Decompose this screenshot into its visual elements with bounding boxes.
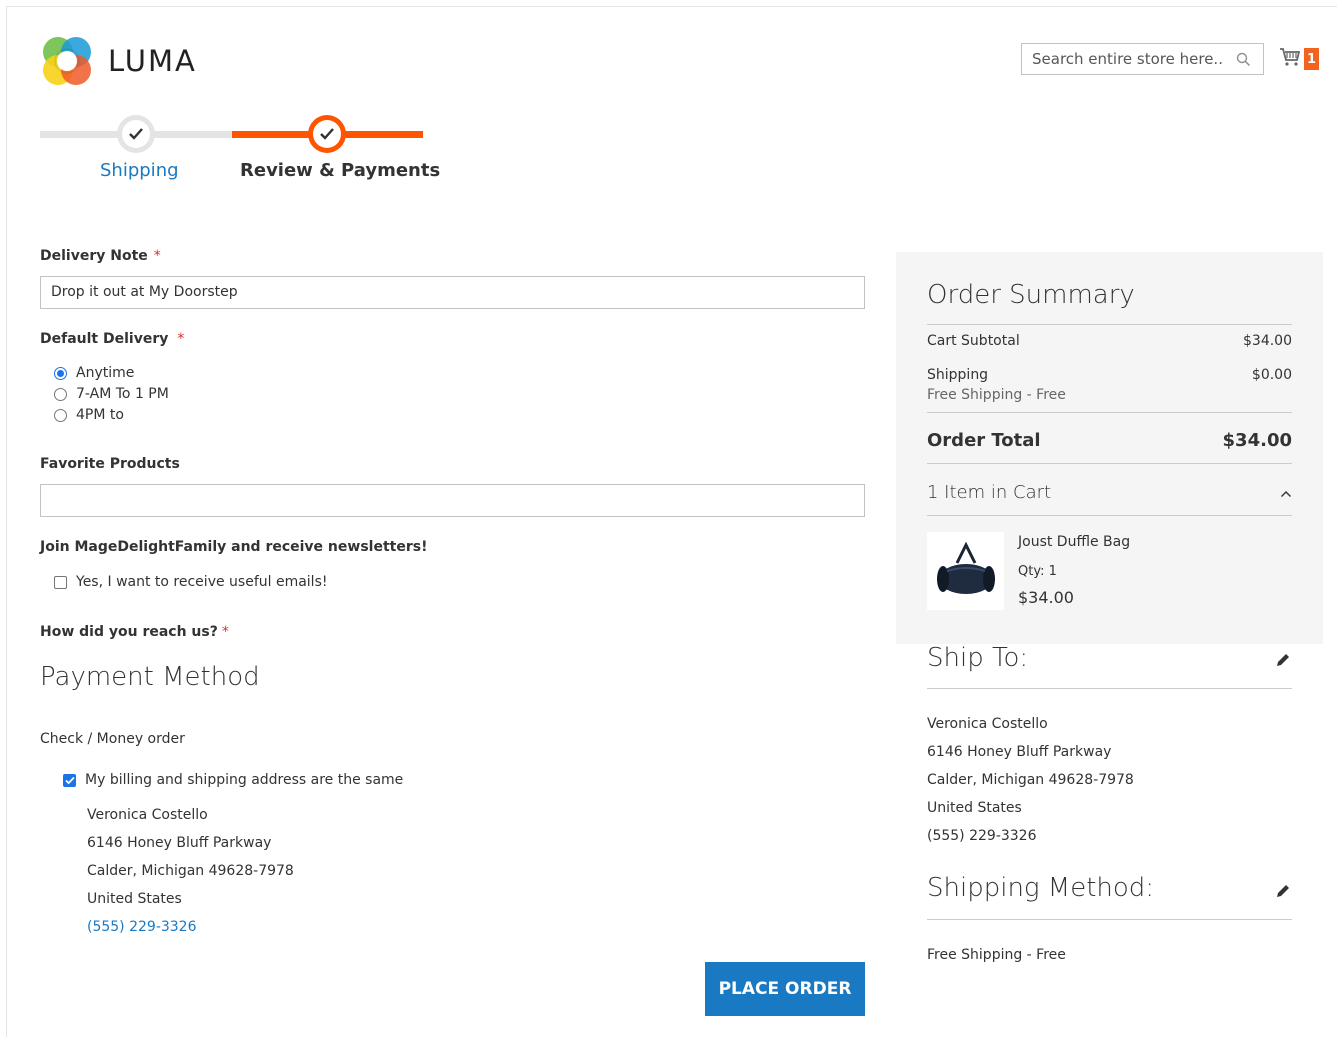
check-icon	[129, 128, 143, 140]
ship-to-name: Veronica Costello	[927, 716, 1048, 732]
newsletter-option[interactable]: Yes, I want to receive useful emails!	[54, 574, 327, 590]
checkmark-icon	[64, 776, 75, 784]
store-logo[interactable]: LUMA	[40, 34, 220, 88]
order-summary-panel: Order Summary Cart Subtotal $34.00 Shipp…	[896, 252, 1323, 644]
step-review-label: Review & Payments	[240, 160, 441, 181]
billing-same-checkbox[interactable]	[63, 773, 76, 787]
check-icon	[320, 128, 334, 140]
place-order-button[interactable]: PLACE ORDER	[705, 962, 865, 1016]
radio-label: 7-AM To 1 PM	[76, 386, 169, 402]
radio-label: 4PM to	[76, 407, 124, 423]
divider	[927, 515, 1292, 516]
favorite-products-input[interactable]	[40, 484, 865, 517]
search-input[interactable]	[1022, 44, 1232, 74]
newsletter-label: Join MageDelightFamily and receive newsl…	[40, 539, 428, 555]
divider	[927, 412, 1292, 413]
reach-us-label: How did you reach us? *	[40, 624, 229, 640]
reach-us-label-text: How did you reach us?	[40, 624, 218, 640]
radio-label: Anytime	[76, 365, 135, 381]
delivery-note-label: Delivery Note *	[40, 248, 161, 264]
cart-icon	[1279, 47, 1301, 71]
radio-button[interactable]	[54, 408, 67, 422]
product-price: $34.00	[1018, 588, 1074, 607]
step-shipping-marker[interactable]	[117, 115, 155, 153]
edit-shipping-method-pencil-icon[interactable]	[1273, 881, 1293, 901]
delivery-note-label-text: Delivery Note	[40, 248, 148, 264]
divider	[927, 463, 1292, 464]
shipping-method-value: Free Shipping - Free	[927, 947, 1066, 963]
divider	[927, 919, 1292, 920]
shipping-row: Shipping $0.00	[927, 367, 1292, 383]
default-delivery-label: Default Delivery *	[40, 331, 184, 347]
newsletter-checkbox[interactable]	[54, 575, 67, 589]
step-review-marker	[308, 115, 346, 153]
billing-same-as-shipping[interactable]: My billing and shipping address are the …	[63, 772, 403, 788]
order-total-row: Order Total $34.00	[927, 430, 1292, 451]
ship-to-city: Calder, Michigan 49628-7978	[927, 772, 1134, 788]
required-mark: *	[177, 331, 185, 347]
page-frame-left	[6, 6, 7, 1037]
items-in-cart-heading: 1 Item in Cart	[927, 482, 1052, 503]
payment-method-title: Payment Method	[40, 662, 260, 692]
radio-button[interactable]	[54, 387, 67, 401]
default-delivery-label-text: Default Delivery	[40, 331, 169, 347]
ship-to-title: Ship To:	[927, 643, 1029, 673]
ship-to-street: 6146 Honey Bluff Parkway	[927, 744, 1112, 760]
page-frame-top	[6, 6, 1337, 7]
billing-city: Calder, Michigan 49628-7978	[87, 863, 294, 879]
checkout-progress-bar: Shipping Review & Payments	[40, 112, 440, 192]
shipping-value: $0.00	[1251, 367, 1292, 383]
billing-phone-link[interactable]: (555) 229-3326	[87, 919, 197, 935]
divider	[927, 688, 1292, 689]
delivery-note-input[interactable]: Drop it out at My Doorstep	[40, 276, 865, 309]
billing-same-label: My billing and shipping address are the …	[85, 772, 404, 788]
order-total-value: $34.00	[1222, 430, 1292, 451]
product-qty: Qty: 1	[1018, 564, 1057, 579]
delivery-option-4pm[interactable]: 4PM to	[54, 407, 124, 423]
subtotal-value: $34.00	[1243, 333, 1292, 349]
minicart-button[interactable]: 1	[1279, 46, 1325, 72]
billing-street: 6146 Honey Bluff Parkway	[87, 835, 272, 851]
subtotal-label: Cart Subtotal	[927, 333, 1020, 349]
search-box[interactable]	[1021, 43, 1264, 75]
delivery-option-anytime[interactable]: Anytime	[54, 365, 134, 381]
shipping-method-note: Free Shipping - Free	[927, 387, 1066, 403]
ship-to-country: United States	[927, 800, 1022, 816]
favorite-products-label: Favorite Products	[40, 456, 180, 472]
shipping-label: Shipping	[927, 367, 989, 383]
delivery-option-7am-1pm[interactable]: 7-AM To 1 PM	[54, 386, 169, 402]
edit-ship-to-pencil-icon[interactable]	[1273, 650, 1293, 670]
step-shipping-link[interactable]: Shipping	[100, 160, 179, 181]
items-in-cart-toggle[interactable]: 1 Item in Cart	[927, 482, 1292, 503]
product-thumbnail	[927, 532, 1004, 610]
cart-count-badge: 1	[1304, 48, 1320, 70]
luma-logo-icon	[43, 37, 91, 85]
billing-country: United States	[87, 891, 182, 907]
search-icon[interactable]	[1232, 48, 1254, 70]
chevron-up-icon	[1280, 482, 1292, 503]
newsletter-checkbox-label: Yes, I want to receive useful emails!	[76, 574, 328, 590]
shipping-method-title: Shipping Method:	[927, 873, 1155, 903]
order-summary-title: Order Summary	[927, 280, 1135, 310]
duffle-bag-icon	[936, 541, 995, 594]
divider	[927, 324, 1292, 325]
radio-button[interactable]	[54, 366, 67, 380]
payment-method-option[interactable]: Check / Money order	[40, 731, 185, 747]
ship-to-phone-link[interactable]: (555) 229-3326	[927, 828, 1037, 844]
order-total-label: Order Total	[927, 430, 1041, 451]
product-name: Joust Duffle Bag	[1018, 534, 1131, 550]
required-mark: *	[221, 624, 229, 640]
logo-text: LUMA	[108, 44, 197, 78]
required-mark: *	[153, 248, 161, 264]
billing-name: Veronica Costello	[87, 807, 208, 823]
subtotal-row: Cart Subtotal $34.00	[927, 333, 1292, 349]
